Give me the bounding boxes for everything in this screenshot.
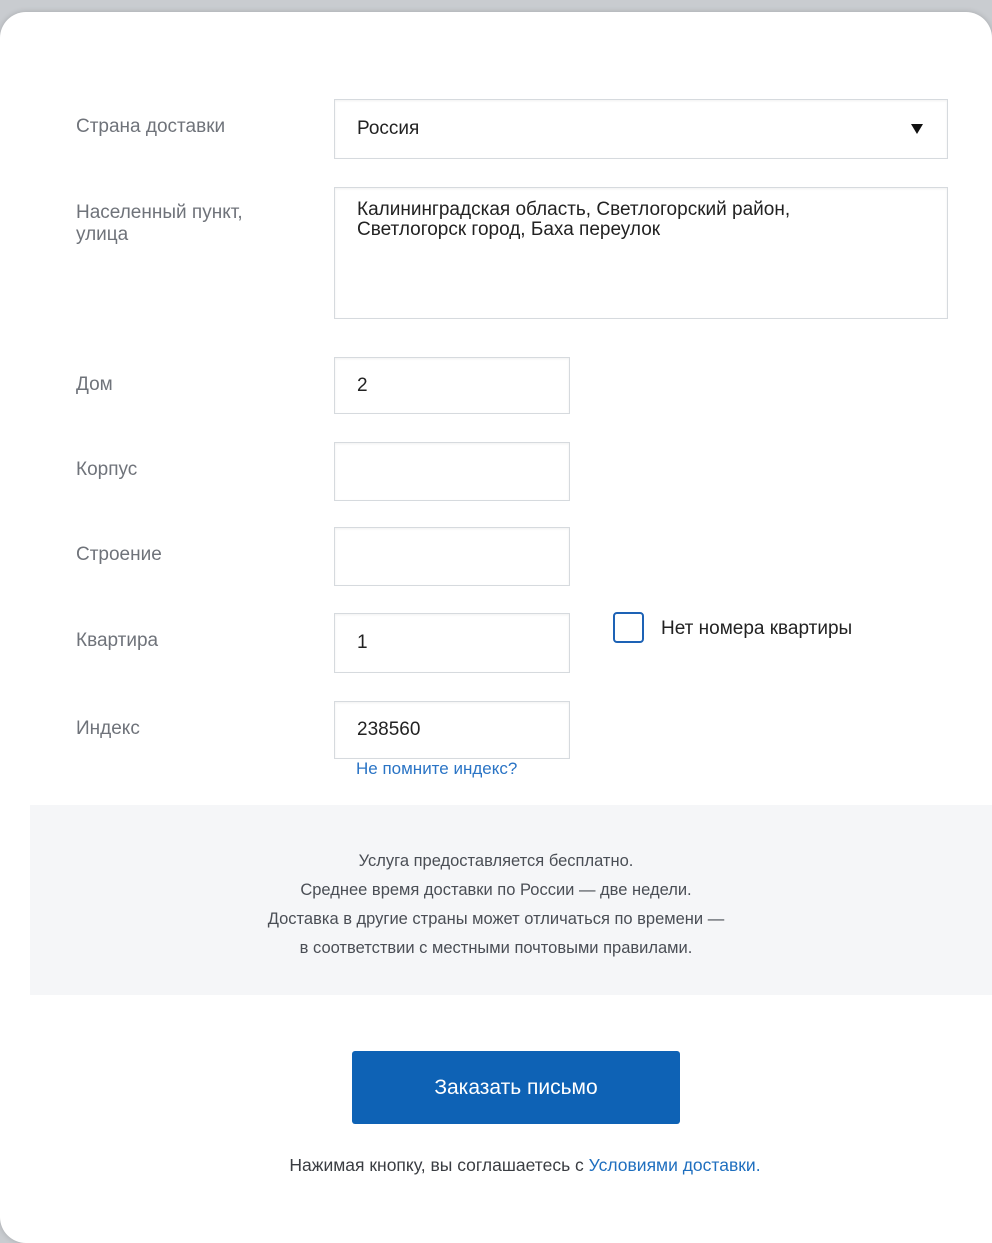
order-letter-button-label: Заказать письмо — [434, 1075, 598, 1099]
terms-note: Нажимая кнопку, вы соглашаетесь с Услови… — [0, 1155, 992, 1176]
house-value: 2 — [357, 374, 368, 396]
apartment-value: 1 — [357, 632, 368, 653]
apartment-input[interactable]: 1 — [334, 613, 570, 673]
apartment-label: Квартира — [76, 630, 159, 651]
building-input[interactable] — [334, 442, 570, 501]
structure-label: Строение — [76, 544, 162, 565]
index-input[interactable]: 238560 — [334, 701, 570, 759]
no-apartment-checkbox[interactable] — [613, 612, 644, 643]
address-textarea[interactable]: Калининградская область, Светлогорский р… — [334, 187, 948, 319]
building-label: Корпус — [76, 459, 138, 480]
terms-suffix: . — [755, 1155, 761, 1175]
order-letter-form: Страна доставки Россия Населенный пункт,… — [0, 12, 992, 1243]
country-select[interactable]: Россия — [334, 99, 948, 159]
house-input[interactable]: 2 — [334, 357, 570, 414]
index-label: Индекс — [76, 718, 140, 739]
country-label: Страна доставки — [76, 116, 226, 137]
structure-input[interactable] — [334, 527, 570, 586]
address-value: Калининградская область, Светлогорский р… — [357, 199, 791, 240]
country-value: Россия — [357, 118, 420, 139]
index-value: 238560 — [357, 719, 421, 740]
no-apartment-label[interactable]: Нет номера квартиры — [661, 618, 852, 640]
address-label: Населенный пункт, улица — [76, 202, 243, 245]
info-line-1: Услуга предоставляется бесплатно. — [358, 852, 634, 870]
order-letter-button[interactable]: Заказать письмо — [352, 1051, 680, 1124]
info-line-3: Доставка в другие страны может отличатьс… — [267, 910, 725, 928]
triangle-down-icon — [911, 124, 923, 134]
info-line-4: в соответствии с местными почтовыми прав… — [299, 939, 693, 957]
forgot-index-link[interactable]: Не помните индекс? — [356, 759, 517, 779]
delivery-terms-link[interactable]: Условиями доставки — [589, 1155, 756, 1175]
terms-prefix: Нажимая кнопку, вы соглашаетесь с — [289, 1155, 589, 1175]
info-line-2: Среднее время доставки по России — две н… — [300, 881, 692, 899]
info-panel — [30, 805, 992, 995]
house-label: Дом — [76, 374, 113, 395]
